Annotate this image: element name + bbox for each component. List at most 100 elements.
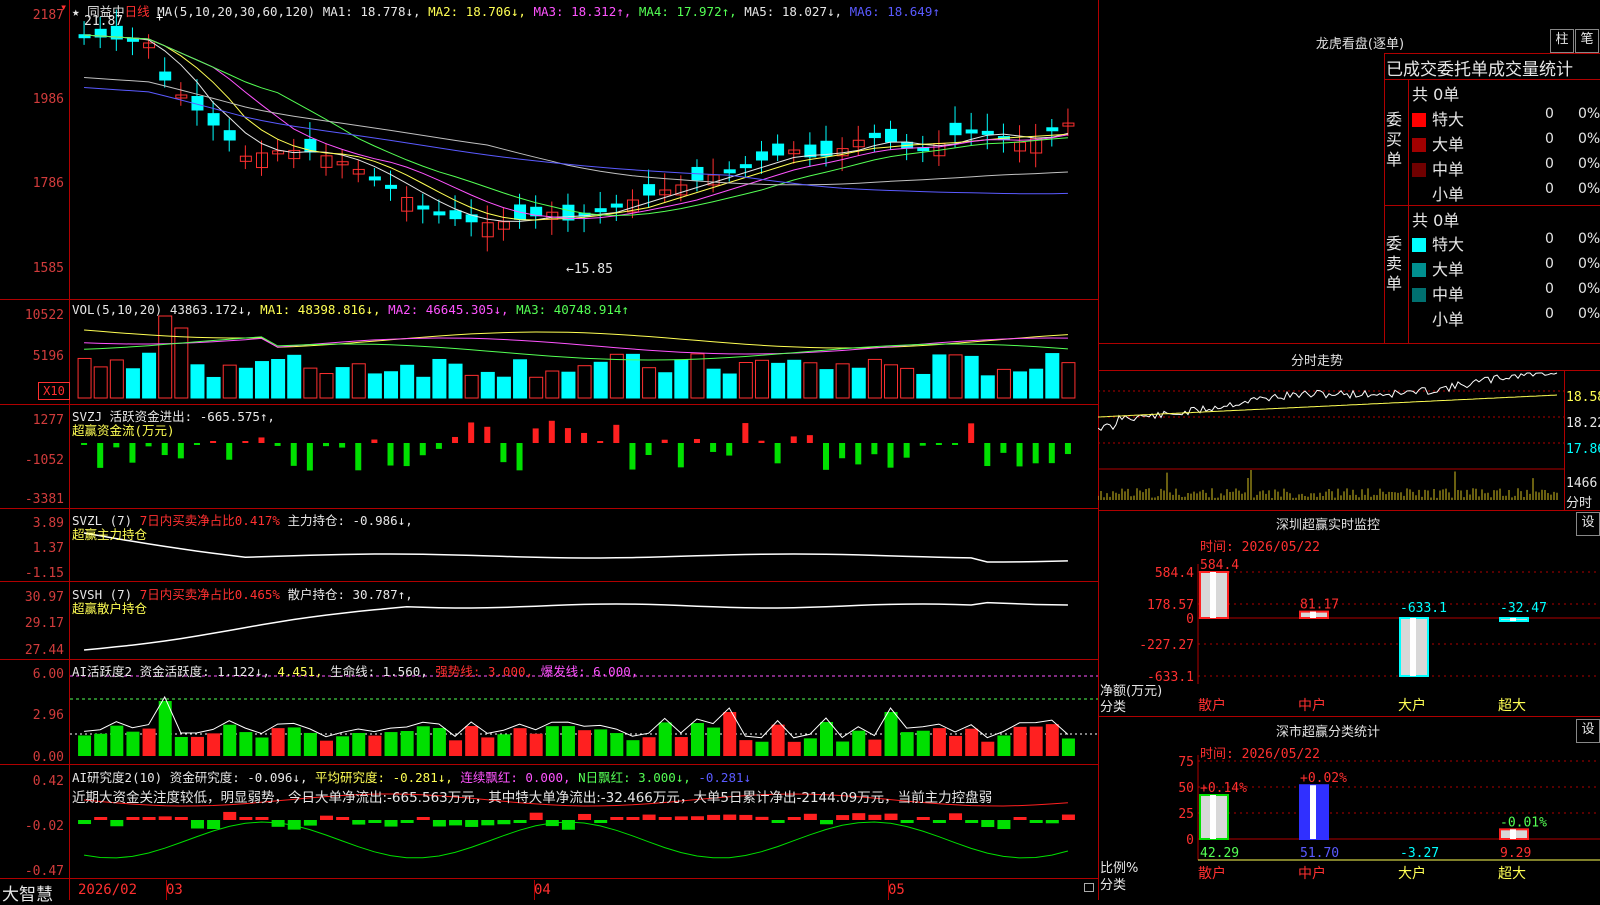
color-swatch: [1412, 313, 1426, 327]
volume-bar: [674, 359, 689, 399]
order-row-label: 中单: [1432, 160, 1465, 179]
intraday-vol-tick: 1466: [1566, 476, 1598, 491]
order-row-label: 大单: [1432, 260, 1465, 279]
ss-stats-title: 深市超赢分类统计: [1275, 725, 1380, 740]
fund-flow-bar: [1000, 443, 1007, 453]
ss-y-tick: 0: [1186, 833, 1194, 848]
fund-flow-bar: [435, 443, 442, 449]
fund-flow-bar: [1016, 443, 1023, 467]
sz-monitor-chart: 584.4 178.570 -227.27 -633.1 584.4 散户 81.17 中户 -…: [1139, 558, 1600, 714]
order-row-name: 小单: [1412, 181, 1464, 205]
research-bar: [820, 820, 833, 825]
fund-flow-bar: [564, 428, 571, 443]
vol-ma1: MA1: 48398.816↓,: [260, 302, 381, 317]
sz-category: 超大: [1498, 698, 1526, 714]
volume-bar: [754, 359, 769, 399]
sz-settings-button[interactable]: 设: [1576, 512, 1600, 536]
volume-bar: [190, 364, 205, 399]
volume-bar: [416, 376, 431, 399]
research-bar: [578, 813, 592, 820]
activity-bar: [336, 736, 350, 756]
ss-category: 大户: [1398, 865, 1426, 882]
research-line: [83, 821, 1069, 859]
fund-flow-bar: [161, 443, 168, 456]
activity-bar: [384, 732, 398, 756]
vol-y-tick: 5196: [32, 349, 64, 364]
tick-mode-button[interactable]: 笔: [1575, 29, 1599, 53]
svsh-y-tick: 27.44: [24, 643, 64, 658]
order-row-label: 特大: [1432, 110, 1465, 129]
activity-bar: [787, 741, 801, 756]
ai2-y-tick: -0.02: [24, 819, 64, 834]
volume-bar: [980, 375, 995, 399]
activity-bar: [271, 728, 285, 756]
order-row-label: 中单: [1432, 285, 1465, 304]
candle-body: [1046, 127, 1059, 132]
activity-bar: [207, 733, 221, 756]
chart-svg[interactable]: [70, 0, 1098, 900]
color-swatch: [1412, 238, 1426, 252]
activity-bar: [803, 738, 817, 756]
activity-bar: [594, 729, 608, 756]
ss-category: 中户: [1298, 865, 1326, 882]
volume-bar: [432, 358, 447, 399]
candle-body: [868, 132, 881, 139]
ai1-activity: 资金活跃度: 1.122↓,: [139, 664, 270, 679]
volume-bar: [384, 371, 399, 399]
main-y-tick: 1786: [32, 176, 64, 191]
lock-icon[interactable]: [1084, 883, 1094, 892]
vol-header: VOL(5,10,20) 43863.172↓, MA1: 48398.816↓…: [72, 302, 629, 317]
bar-mode-button[interactable]: 柱: [1550, 29, 1574, 53]
research-bar: [400, 820, 414, 823]
fund-flow-bar: [645, 443, 652, 456]
ss-category: 超大: [1498, 866, 1526, 882]
fund-flow-bar: [984, 443, 991, 467]
order-row-pct: 0%: [1578, 131, 1600, 147]
ai1-y-tick: 0.00: [32, 750, 64, 765]
intraday-chart[interactable]: [1098, 371, 1564, 510]
volume-bar: [1045, 353, 1060, 399]
intraday-price-tick: 18.22: [1566, 416, 1600, 431]
date-label: 04: [534, 882, 551, 898]
volume-bar: [561, 371, 576, 399]
ai1-strong: 强势线: 3.000,: [435, 664, 534, 679]
activity-bar: [949, 735, 963, 756]
activity-bar: [1029, 726, 1043, 756]
volume-bar: [335, 367, 350, 399]
activity-bar: [852, 730, 866, 756]
research-bar: [803, 813, 817, 820]
volume-bar: [448, 363, 463, 399]
order-stats-tabs[interactable]: 已成交委托单成交量统计: [1386, 55, 1573, 80]
date-label: 03: [166, 882, 183, 898]
research-bar: [255, 817, 269, 820]
sz-bar-label: 584.4: [1200, 558, 1239, 573]
volume-bar: [222, 364, 237, 399]
research-bar: [78, 820, 92, 825]
research-bar: [432, 820, 446, 827]
research-bar: [336, 817, 350, 820]
volume-bar: [93, 366, 108, 399]
activity-bar: [513, 728, 527, 756]
research-bar: [513, 820, 527, 823]
volume-bar: [819, 369, 834, 399]
research-bar: [690, 816, 704, 820]
brand-label[interactable]: 大智慧: [2, 880, 53, 905]
volume-bar: [367, 373, 382, 399]
volume-bar: [722, 373, 737, 399]
fund-flow-bar: [935, 443, 942, 445]
research-bar: [787, 817, 801, 820]
order-row-pct: 0%: [1578, 181, 1600, 197]
activity-bar: [932, 728, 946, 756]
candle-body: [949, 122, 962, 136]
ai1-y-tick: 2.96: [32, 708, 64, 723]
activity-bar: [1045, 724, 1059, 756]
intraday-title: 分时走势: [1290, 354, 1343, 369]
volume-bar: [319, 373, 334, 399]
volume-bar: [529, 376, 544, 399]
fund-flow-bar: [1064, 443, 1071, 455]
research-bar: [142, 817, 156, 820]
svzl-y-tick: -1.15: [24, 566, 64, 581]
activity-bar: [190, 736, 204, 756]
lhkp-title: 龙虎看盘(逐单): [1315, 37, 1405, 52]
volume-bar: [642, 367, 657, 399]
